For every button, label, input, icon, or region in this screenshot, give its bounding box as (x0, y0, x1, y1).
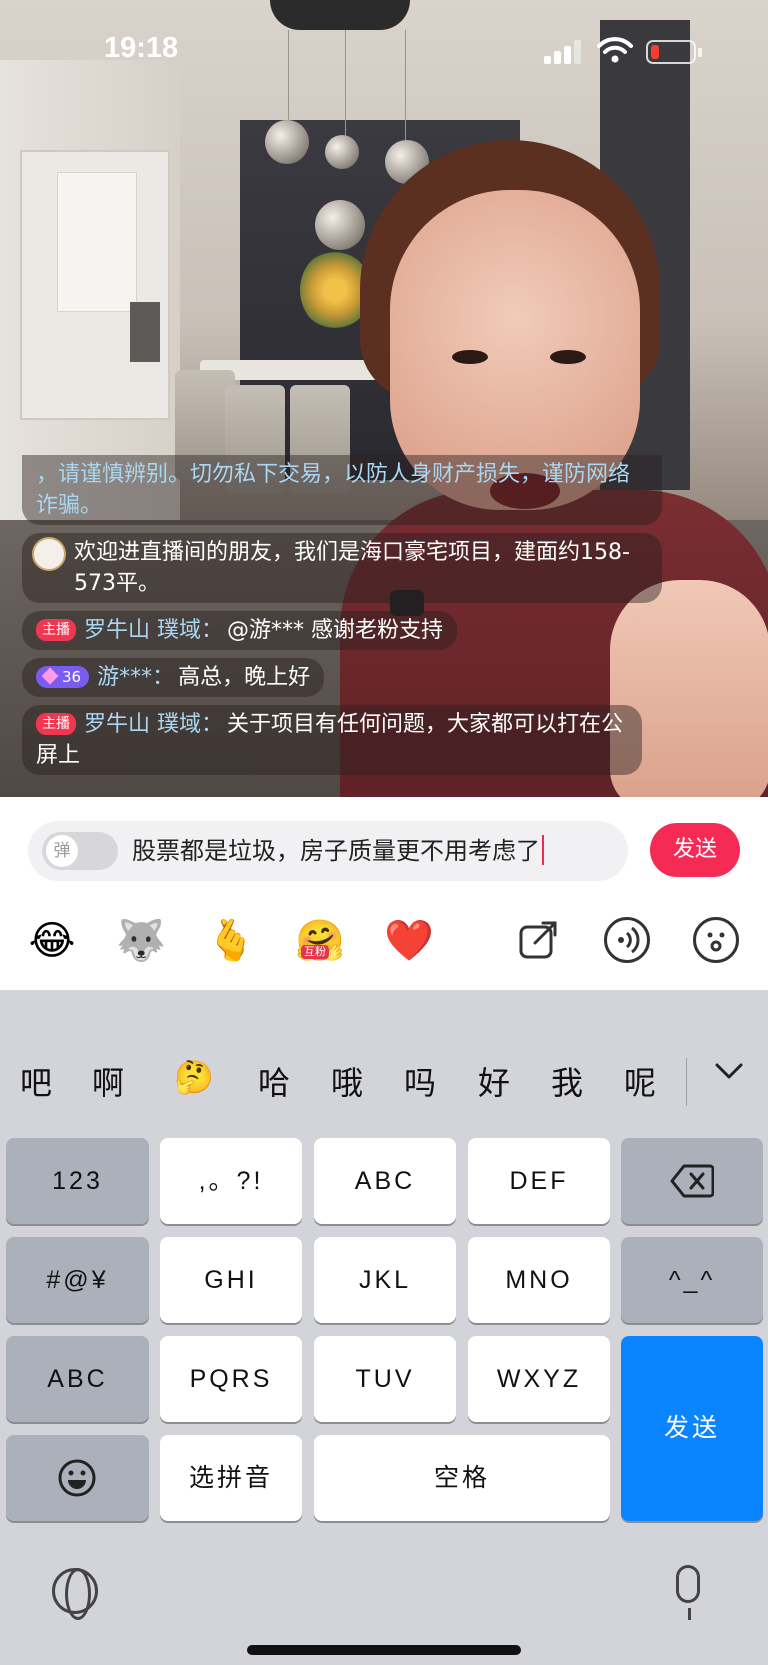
welcome-text: 欢迎进直播间的朋友，我们是海口豪宅项目，建面约158-573平。 (74, 540, 630, 596)
key-symbols[interactable]: #@¥ (6, 1237, 149, 1323)
background-oven (130, 302, 160, 362)
cellular-signal-icon (544, 38, 584, 64)
text-caret (542, 835, 544, 865)
chat-message[interactable]: 主播 罗牛山 璞域： 关于项目有任何问题，大家都可以打在公屏上 (22, 705, 642, 775)
user-level-badge: 36 (36, 666, 90, 688)
space-key[interactable]: 空格 (314, 1435, 610, 1521)
key-punctuation[interactable]: ,。?! (160, 1138, 302, 1224)
finger-heart-emoji[interactable]: 🫰 (206, 917, 256, 965)
project-avatar (32, 537, 66, 571)
keyboard-send-button[interactable]: 发送 (621, 1336, 763, 1521)
chat-username[interactable]: 罗牛山 璞域： (84, 618, 223, 643)
key-abc[interactable]: ABC (314, 1138, 456, 1224)
emoji-face-icon (58, 1459, 96, 1497)
gem-icon (41, 667, 59, 685)
host-badge: 主播 (36, 713, 76, 735)
comment-feed[interactable]: ，请谨慎辨别。切勿私下交易，以防人身财产损失，谨防网络诈骗。 欢迎进直播间的朋友… (22, 455, 662, 783)
send-button[interactable]: 发送 (650, 823, 740, 877)
streamer-eye (452, 350, 488, 364)
system-notice: ，请谨慎辨别。切勿私下交易，以防人身财产损失，谨防网络诈骗。 (22, 455, 662, 525)
red-heart-emoji[interactable]: ❤️ (384, 917, 434, 965)
laughing-crying-emoji[interactable]: 😂 (28, 917, 76, 965)
backspace-icon (670, 1164, 714, 1198)
wifi-icon (597, 37, 633, 63)
home-indicator[interactable] (247, 1645, 521, 1655)
smiley-icon[interactable] (693, 917, 739, 963)
status-time: 19:18 (104, 32, 179, 64)
candidate[interactable]: 我 (551, 1058, 583, 1104)
candidate[interactable]: 好 (478, 1058, 510, 1104)
chat-text: @游*** 感谢老粉支持 (227, 618, 443, 643)
candidate[interactable]: 哈 (258, 1058, 290, 1104)
streamer-eye (550, 350, 586, 364)
chat-username[interactable]: 游***： (97, 665, 174, 690)
pendant-lamp (315, 200, 365, 250)
key-emoticon[interactable]: ^_^ (621, 1237, 763, 1323)
globe-icon[interactable] (52, 1568, 98, 1620)
key-ghi[interactable]: GHI (160, 1237, 302, 1323)
chat-message[interactable]: 36 游***： 高总，晚上好 (22, 658, 325, 697)
husky-dog-emoji[interactable]: 🐺 (116, 917, 166, 965)
share-icon[interactable] (517, 917, 563, 963)
pendant-lamp (325, 135, 359, 169)
key-english[interactable]: ABC (6, 1336, 149, 1422)
key-select-pinyin[interactable]: 选拼音 (160, 1435, 302, 1521)
live-video[interactable]: 19:18 ，请谨慎辨别。切勿私下交易，以防人身财产损失，谨防网络诈骗。 欢迎进… (0, 0, 768, 797)
system-notice-text: ，请谨慎辨别。切勿私下交易，以防人身财产损失，谨防网络诈骗。 (36, 462, 631, 518)
danmaku-toggle-knob: 弹 (46, 835, 78, 867)
battery-level (651, 45, 659, 59)
key-wxyz[interactable]: WXYZ (468, 1336, 610, 1422)
key-def[interactable]: DEF (468, 1138, 610, 1224)
welcome-message: 欢迎进直播间的朋友，我们是海口豪宅项目，建面约158-573平。 (22, 533, 662, 603)
input-value: 股票都是垃圾，房子质量更不用考虑了 (132, 837, 540, 865)
key-pqrs[interactable]: PQRS (160, 1336, 302, 1422)
keyboard: 吧 啊 🤔 哈 哦 吗 好 我 呢 123 ,。?! ABC DEF #@¥ G… (0, 990, 768, 1665)
chevron-down-icon[interactable] (712, 1054, 746, 1088)
status-bar: 19:18 (0, 0, 768, 100)
emoji-keyboard-key[interactable] (6, 1435, 149, 1521)
hug-emoji[interactable]: 🤗 互粉 (295, 917, 345, 965)
key-tuv[interactable]: TUV (314, 1336, 456, 1422)
candidate[interactable]: 哦 (331, 1058, 363, 1104)
microphone-icon[interactable] (676, 1565, 700, 1620)
chat-message[interactable]: 主播 罗牛山 璞域： @游*** 感谢老粉支持 (22, 611, 457, 650)
comment-input-text[interactable]: 股票都是垃圾，房子质量更不用考虑了 (132, 835, 544, 867)
background-kitchen (20, 150, 170, 420)
danmaku-toggle[interactable]: 弹 (42, 832, 118, 870)
candidate-divider (686, 1058, 687, 1106)
hug-sticker-label: 互粉 (301, 945, 329, 959)
key-numbers[interactable]: 123 (6, 1138, 149, 1224)
voice-icon[interactable] (604, 917, 650, 963)
candidate[interactable]: 呢 (624, 1058, 656, 1104)
chat-text: 高总，晚上好 (178, 665, 311, 690)
battery-tip (698, 48, 702, 57)
candidate-bar: 吧 啊 🤔 哈 哦 吗 好 我 呢 (0, 1028, 768, 1138)
key-mno[interactable]: MNO (468, 1237, 610, 1323)
candidate[interactable]: 吧 (20, 1058, 52, 1104)
background-shelf (57, 172, 137, 312)
comment-input[interactable]: 弹 股票都是垃圾，房子质量更不用考虑了 (28, 821, 628, 881)
user-level: 36 (62, 668, 82, 686)
host-badge: 主播 (36, 619, 76, 641)
emoji-toolbar: 😂 🐺 🫰 🤗 互粉 ❤️ (0, 897, 768, 987)
candidate[interactable]: 🤔 (174, 1058, 214, 1096)
pendant-lamp (265, 120, 309, 164)
key-jkl[interactable]: JKL (314, 1237, 456, 1323)
chat-username[interactable]: 罗牛山 璞域： (84, 712, 223, 737)
comment-input-panel: 弹 股票都是垃圾，房子质量更不用考虑了 发送 😂 🐺 🫰 🤗 互粉 ❤️ (0, 797, 768, 990)
candidate[interactable]: 啊 (92, 1058, 124, 1104)
backspace-key[interactable] (621, 1138, 763, 1224)
battery-icon (646, 40, 702, 64)
candidate[interactable]: 吗 (404, 1058, 436, 1104)
